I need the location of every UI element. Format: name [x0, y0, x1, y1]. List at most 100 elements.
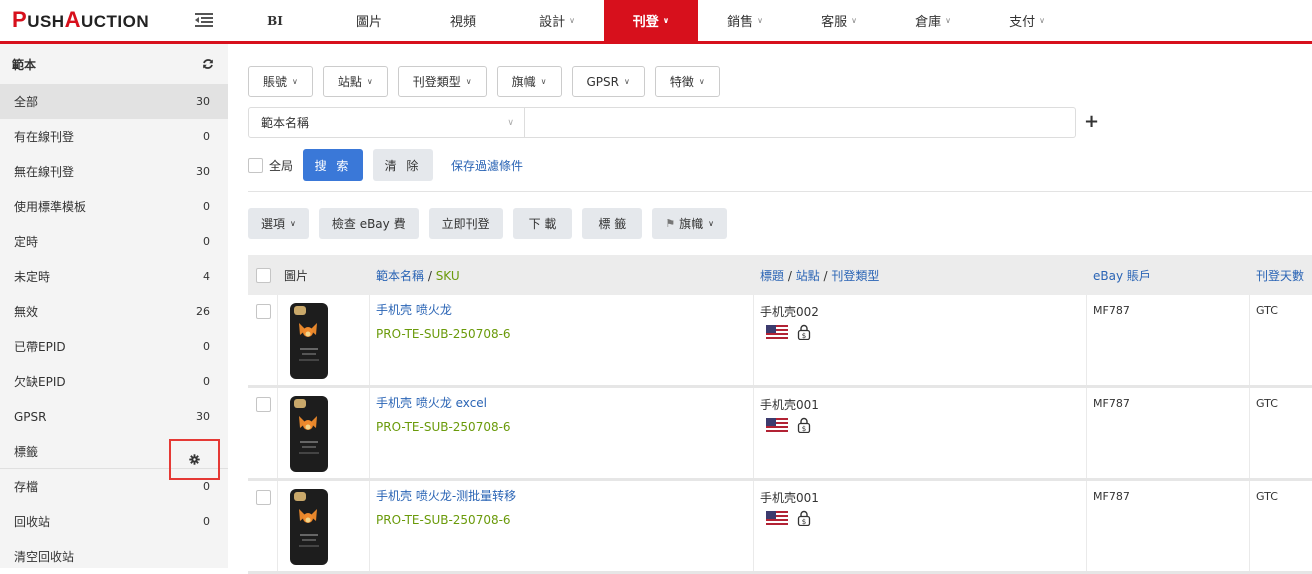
global-label: 全局	[269, 158, 294, 173]
nav-videos[interactable]: 視頻	[416, 0, 510, 41]
template-name-link[interactable]: 手机壳 喷火龙 excel	[376, 396, 753, 411]
feature-filter-button[interactable]: 特徵 ∨	[654, 66, 720, 97]
sidebar-item-unscheduled[interactable]: 未定時 4	[0, 259, 228, 294]
sidebar-item-label: 存檔	[14, 480, 39, 494]
tags-button[interactable]: 標 籤	[582, 208, 643, 239]
sidebar-item-tags[interactable]: 標籤	[0, 434, 228, 480]
sidebar-item-gpsr[interactable]: GPSR 30	[0, 399, 228, 434]
sidebar-item-label: 有在線刊登	[14, 130, 75, 144]
select-all-checkbox[interactable]	[255, 267, 271, 283]
search-input[interactable]	[525, 107, 1076, 138]
sidebar-item-has-online[interactable]: 有在線刊登 0	[0, 119, 228, 154]
save-filter-link[interactable]: 保存過濾條件	[451, 157, 523, 174]
sidebar-item-label: 使用標準模板	[14, 200, 87, 214]
chevron-down-icon: ∨	[945, 16, 951, 25]
chevron-down-icon: ∨	[624, 77, 630, 86]
nav-customer-service[interactable]: 客服 ∨	[792, 0, 886, 41]
refresh-icon[interactable]	[202, 58, 214, 70]
header-sku[interactable]: SKU	[436, 269, 460, 283]
nav-sales[interactable]: 銷售 ∨	[698, 0, 792, 41]
header-title[interactable]: 標題	[760, 269, 784, 283]
chevron-down-icon: ∨	[540, 77, 547, 86]
product-thumbnail[interactable]	[290, 303, 328, 379]
gear-icon[interactable]	[189, 454, 200, 465]
svg-text:$: $	[802, 332, 806, 340]
sidebar-item-label: 全部	[14, 95, 39, 109]
nav-bi[interactable]: BI	[228, 0, 322, 41]
row-checkbox[interactable]	[256, 304, 271, 319]
chevron-down-icon: ∨	[757, 16, 763, 25]
sidebar-item-count: 0	[203, 375, 210, 388]
add-condition-icon[interactable]: +	[1084, 111, 1099, 132]
options-button[interactable]: 選項 ∨	[248, 208, 309, 239]
nav-warehouse[interactable]: 倉庫 ∨	[886, 0, 980, 41]
row-checkbox[interactable]	[256, 490, 271, 505]
sidebar: 範本 全部 30 有在線刊登 0 無在線刊登 30 使用標準模板 0 定時 0 未定時 4 …	[0, 44, 228, 568]
flag-filter-button[interactable]: 旗幟 ∨	[496, 66, 562, 97]
site-filter-button[interactable]: 站點 ∨	[322, 66, 388, 97]
table-row[interactable]: 手机壳 喷火龙 PRO-TE-SUB-250708-6 手机壳002 $ MF78…	[248, 295, 1312, 388]
button-label: 旗幟	[511, 75, 536, 89]
sidebar-item-empty-recycle-bin[interactable]: 清空回收站	[0, 539, 228, 574]
header-listing-type[interactable]: 刊登類型	[831, 269, 879, 283]
nav-design[interactable]: 設計 ∨	[510, 0, 604, 41]
table-row[interactable]: 手机壳 喷火龙-测批量转移 PRO-TE-SUB-250708-6 手机壳001 …	[248, 481, 1312, 574]
clear-button[interactable]: 清 除	[373, 149, 434, 181]
header-separator: /	[819, 268, 832, 283]
table-row[interactable]: 手机壳 喷火龙 excel PRO-TE-SUB-250708-6 手机壳001 …	[248, 388, 1312, 481]
list-now-button[interactable]: 立即刊登	[428, 208, 503, 239]
download-button[interactable]: 下 載	[512, 208, 573, 239]
sidebar-item-standard-template[interactable]: 使用標準模板 0	[0, 189, 228, 224]
sidebar-item-no-online[interactable]: 無在線刊登 30	[0, 154, 228, 189]
nav-listing[interactable]: 刊登 ∨	[604, 0, 698, 50]
pushauction-logo[interactable]: P USH A UCTION	[12, 7, 149, 32]
header-ebay-account[interactable]: eBay 賬戶	[1093, 269, 1151, 283]
nav-images[interactable]: 圖片	[322, 0, 416, 41]
check-ebay-fee-button[interactable]: 檢查 eBay 費	[318, 208, 419, 239]
search-field-select[interactable]: 範本名稱 ∨	[248, 107, 525, 138]
sidebar-item-label: 欠缺EPID	[14, 375, 66, 389]
product-thumbnail[interactable]	[290, 489, 328, 565]
sidebar-item-recycle-bin[interactable]: 回收站 0	[0, 504, 228, 539]
template-name-link[interactable]: 手机壳 喷火龙	[376, 303, 753, 318]
nav-label: 倉庫	[915, 15, 942, 30]
button-label: GPSR	[586, 74, 620, 89]
listing-type-filter-button[interactable]: 刊登類型 ∨	[397, 66, 487, 97]
sidebar-item-invalid[interactable]: 無效 26	[0, 294, 228, 329]
header-separator: /	[424, 268, 436, 283]
template-name-link[interactable]: 手机壳 喷火龙-测批量转移	[376, 489, 753, 504]
button-label: 選項	[261, 217, 286, 231]
nav-payment[interactable]: 支付 ∨	[980, 0, 1074, 41]
logo-text-ush: USH	[27, 12, 65, 31]
sidebar-item-label: 清空回收站	[14, 550, 75, 564]
fixed-price-lock-icon: $	[797, 510, 811, 526]
us-flag-icon	[766, 418, 788, 432]
menu-collapse-icon[interactable]	[195, 12, 213, 28]
field-search-row: 範本名稱 ∨	[248, 107, 1076, 138]
tag-settings-highlight[interactable]	[169, 439, 220, 480]
button-label: 旗幟	[679, 217, 704, 231]
row-checkbox[interactable]	[256, 397, 271, 412]
ebay-account: MF787	[1093, 490, 1130, 503]
account-filter-button[interactable]: 賬號 ∨	[248, 66, 313, 97]
search-button[interactable]: 搜 索	[303, 149, 364, 181]
header-template-name[interactable]: 範本名稱	[376, 269, 424, 283]
header-site[interactable]: 站點	[796, 269, 820, 283]
flag-button[interactable]: ⚑ 旗幟 ∨	[652, 208, 727, 239]
header-listing-days[interactable]: 刊登天數	[1256, 269, 1304, 283]
sidebar-item-label: 無在線刊登	[14, 165, 75, 179]
gpsr-filter-button[interactable]: GPSR ∨	[571, 66, 645, 97]
logo-letter-p: P	[12, 7, 28, 32]
global-checkbox[interactable]	[248, 157, 263, 173]
button-label: 站點	[337, 75, 362, 89]
chevron-down-icon: ∨	[1039, 16, 1045, 25]
chevron-down-icon: ∨	[851, 16, 857, 25]
us-flag-icon	[766, 511, 788, 525]
sidebar-item-missing-epid[interactable]: 欠缺EPID 0	[0, 364, 228, 399]
sidebar-item-with-epid[interactable]: 已帶EPID 0	[0, 329, 228, 364]
search-actions: 全局 搜 索 清 除 保存過濾條件	[248, 149, 523, 181]
sku-text: PRO-TE-SUB-250708-6	[376, 420, 511, 434]
product-thumbnail[interactable]	[290, 396, 328, 472]
sidebar-item-all[interactable]: 全部 30	[0, 84, 228, 119]
sidebar-item-scheduled[interactable]: 定時 0	[0, 224, 228, 259]
